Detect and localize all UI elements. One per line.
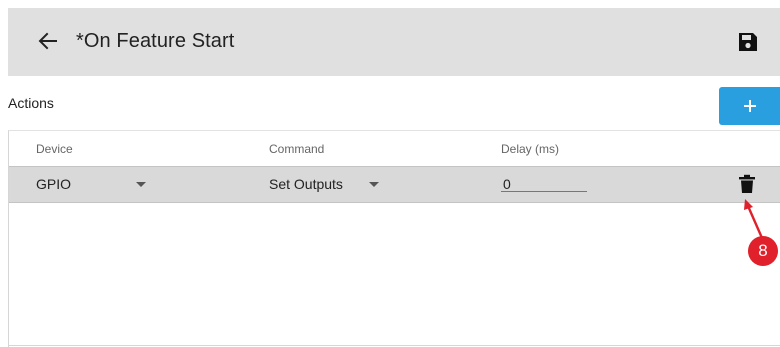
- table-row: [9, 166, 780, 203]
- arrow-left-icon[interactable]: [36, 29, 60, 53]
- trash-icon[interactable]: [738, 174, 756, 194]
- chevron-down-icon[interactable]: [136, 182, 146, 187]
- delay-input-underline: [501, 191, 587, 192]
- command-select-value[interactable]: Set Outputs: [269, 176, 343, 192]
- add-action-button[interactable]: [719, 87, 780, 125]
- actions-table: [8, 130, 780, 347]
- page-title: *On Feature Start: [76, 30, 235, 52]
- page-header: *On Feature Start: [8, 8, 780, 76]
- column-header-delay: Delay (ms): [501, 142, 560, 156]
- column-header-command: Command: [269, 142, 325, 156]
- delay-input[interactable]: 0: [503, 176, 511, 192]
- device-select-value[interactable]: GPIO: [36, 176, 71, 192]
- floppy-disk-icon[interactable]: [738, 32, 758, 52]
- actions-section-label: Actions: [8, 95, 54, 111]
- table-bottom-border: [8, 345, 780, 346]
- chevron-down-icon[interactable]: [369, 182, 379, 187]
- callout-badge: 8: [748, 236, 778, 266]
- column-header-device: Device: [36, 142, 73, 156]
